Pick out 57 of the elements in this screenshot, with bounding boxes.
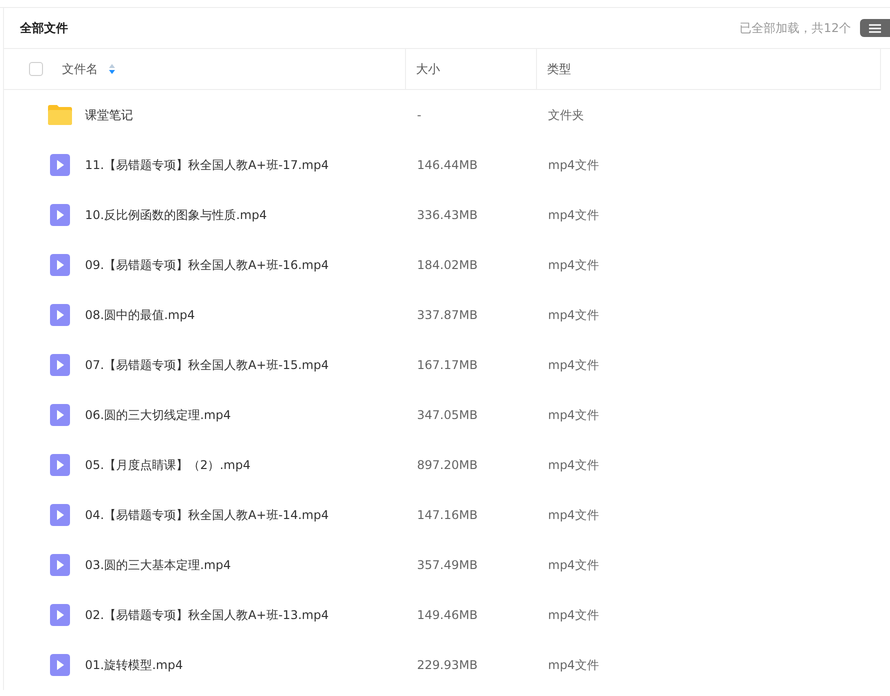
- file-size: 337.87MB: [416, 307, 479, 324]
- play-file-icon: [50, 604, 70, 626]
- file-size: 357.49MB: [416, 557, 479, 574]
- file-name[interactable]: 05.【月度点睛课】（2）.mp4: [85, 456, 250, 474]
- file-type: mp4文件: [547, 407, 599, 424]
- file-name[interactable]: 03.圆的三大基本定理.mp4: [85, 556, 231, 574]
- file-type: mp4文件: [547, 157, 599, 174]
- file-size: 336.43MB: [416, 207, 479, 224]
- column-header: 大小: [416, 61, 440, 78]
- file-name[interactable]: 01.旋转模型.mp4: [85, 656, 183, 674]
- file-size: 184.02MB: [416, 257, 479, 274]
- file-name[interactable]: 06.圆的三大切线定理.mp4: [85, 406, 231, 424]
- file-type: mp4文件: [547, 207, 599, 224]
- file-type: mp4文件: [547, 607, 599, 624]
- play-file-icon: [50, 154, 70, 176]
- play-file-icon: [50, 254, 70, 276]
- menu-button[interactable]: [860, 19, 890, 37]
- file-size: 897.20MB: [416, 457, 479, 474]
- file-name[interactable]: 07.【易错题专项】秋全国人教A+班-15.mp4: [85, 356, 329, 374]
- file-type: mp4文件: [547, 557, 599, 574]
- menu-icon: [869, 24, 881, 32]
- play-file-icon: [50, 504, 70, 526]
- file-name[interactable]: 09.【易错题专项】秋全国人教A+班-16.mp4: [85, 256, 329, 274]
- file-size: 146.44MB: [416, 157, 479, 174]
- column-header: 类型: [547, 61, 571, 78]
- select-all-checkbox[interactable]: [29, 62, 43, 76]
- file-name[interactable]: 10.反比例函数的图象与性质.mp4: [85, 206, 267, 224]
- file-size: 167.17MB: [416, 357, 479, 374]
- play-file-icon: [50, 554, 70, 576]
- file-type: mp4文件: [547, 257, 599, 274]
- file-type: mp4文件: [547, 657, 599, 674]
- play-file-icon: [50, 404, 70, 426]
- file-type: mp4文件: [547, 457, 599, 474]
- file-name[interactable]: 11.【易错题专项】秋全国人教A+班-17.mp4: [85, 156, 329, 174]
- folder-icon: [47, 104, 73, 126]
- play-file-icon: [50, 304, 70, 326]
- sort-icon[interactable]: [109, 64, 115, 74]
- play-file-icon: [50, 654, 70, 676]
- file-name[interactable]: 课堂笔记: [85, 106, 133, 124]
- file-type: 文件夹: [547, 107, 584, 124]
- play-file-icon: [50, 354, 70, 376]
- file-type: mp4文件: [547, 507, 599, 524]
- play-file-icon: [50, 454, 70, 476]
- file-size: -: [416, 107, 422, 124]
- file-size: 147.16MB: [416, 507, 479, 524]
- file-size: 149.46MB: [416, 607, 479, 624]
- file-name[interactable]: 02.【易错题专项】秋全国人教A+班-13.mp4: [85, 606, 329, 624]
- file-name[interactable]: 04.【易错题专项】秋全国人教A+班-14.mp4: [85, 506, 329, 524]
- load-status: 已全部加载，共12个: [740, 20, 851, 37]
- column-header[interactable]: 文件名: [62, 60, 98, 78]
- play-file-icon: [50, 204, 70, 226]
- file-size: 229.93MB: [416, 657, 479, 674]
- file-name[interactable]: 08.圆中的最值.mp4: [85, 306, 195, 324]
- file-size: 347.05MB: [416, 407, 479, 424]
- file-type: mp4文件: [547, 357, 599, 374]
- page-title: 全部文件: [20, 20, 68, 37]
- file-type: mp4文件: [547, 307, 599, 324]
